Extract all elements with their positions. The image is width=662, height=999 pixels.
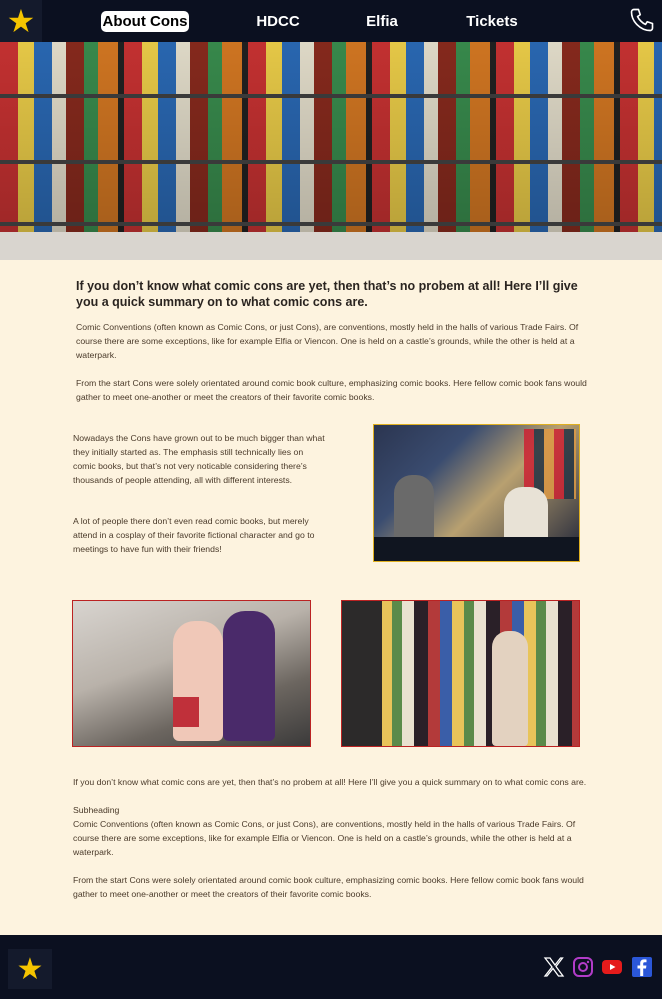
visitor-silhouette [342, 601, 382, 746]
intro-section: If you don’t know what comic cons are ye… [76, 278, 592, 310]
middle-paragraph-1: Nowadays the Cons have grown out to be m… [73, 433, 325, 485]
hero-comic-shelves-image [0, 42, 662, 260]
x-icon[interactable] [542, 955, 566, 979]
vendor-silhouette [492, 631, 528, 746]
intro-paragraph-1: Comic Conventions (often known as Comic … [76, 322, 579, 360]
nav-elfia[interactable]: Elfia [356, 11, 408, 32]
top-navbar: ★ About Cons HDCC Elfia Tickets [0, 0, 662, 42]
youtube-icon[interactable] [600, 955, 624, 979]
star-mascot-icon: ★ [6, 2, 36, 40]
bottom-subheading: Subheading [73, 805, 120, 815]
site-logo[interactable]: ★ [0, 0, 42, 42]
costume-detail [173, 697, 199, 727]
intro-paragraph-2: From the start Cons were solely orientat… [76, 378, 587, 402]
photo-artist-signing [373, 424, 580, 562]
shelf-divider [0, 222, 662, 226]
display-counter [0, 232, 662, 260]
bottom-paragraph-1: Comic Conventions (often known as Comic … [73, 819, 576, 857]
shelf-divider [0, 160, 662, 164]
photo-poster-stall [341, 600, 580, 747]
facebook-icon[interactable] [630, 955, 654, 979]
phone-icon[interactable] [628, 6, 656, 34]
bottom-paragraph-2: From the start Cons were solely orientat… [73, 875, 584, 899]
middle-paragraph-2: A lot of people there don’t even read co… [73, 516, 315, 554]
signing-table [374, 537, 579, 561]
cosplayer-silhouette [223, 611, 275, 741]
footer: ★ [0, 935, 662, 999]
instagram-icon[interactable] [571, 955, 595, 979]
nav-tickets[interactable]: Tickets [458, 11, 526, 32]
nav-hdcc[interactable]: HDCC [244, 11, 312, 32]
intro-lead-heading: If you don’t know what comic cons are ye… [76, 279, 578, 309]
nav-about-cons[interactable]: About Cons [101, 11, 189, 32]
footer-logo[interactable]: ★ [8, 949, 52, 989]
shelf-divider [0, 94, 662, 98]
bottom-intro-line: If you don’t know what comic cons are ye… [73, 777, 587, 787]
star-mascot-icon: ★ [16, 951, 44, 987]
photo-cosplayers [72, 600, 311, 747]
person-silhouette [394, 475, 434, 545]
